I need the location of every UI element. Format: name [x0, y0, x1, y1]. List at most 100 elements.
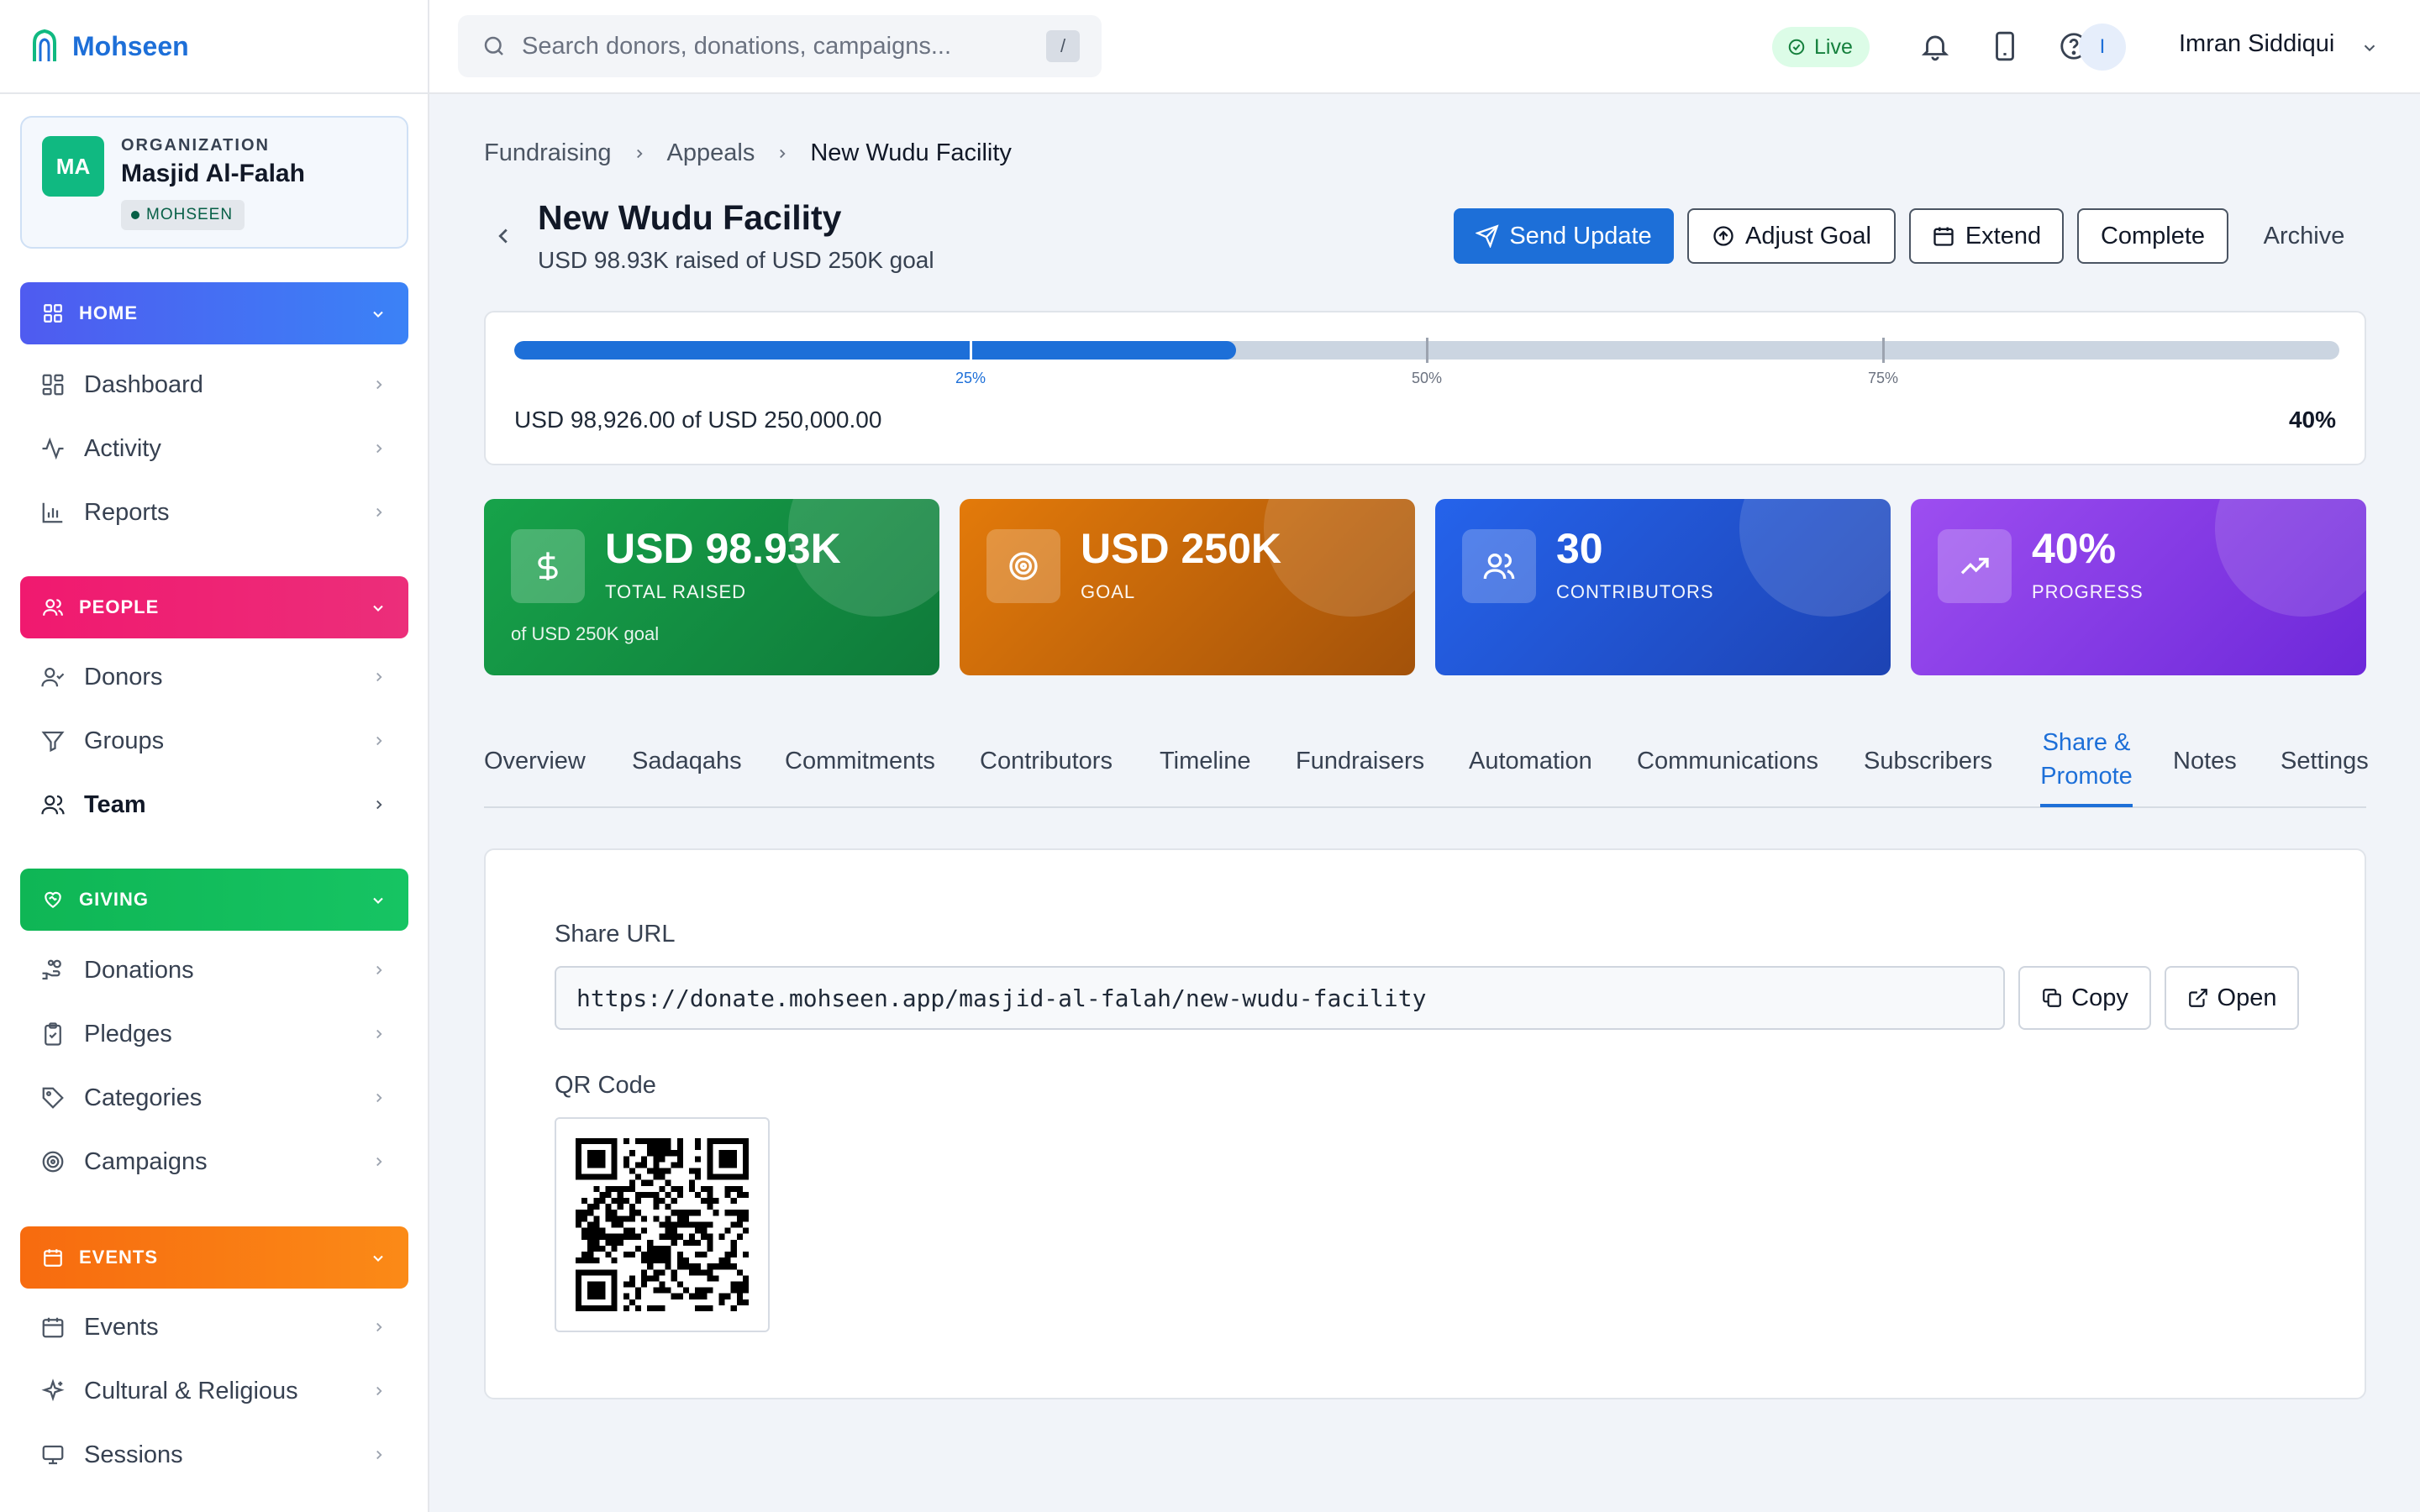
breadcrumb-separator [775, 146, 790, 161]
brand[interactable]: Mohseen [0, 0, 428, 94]
user-avatar[interactable]: I [2079, 24, 2126, 71]
breadcrumb-separator [632, 146, 647, 161]
qr-module [665, 1204, 671, 1210]
sidebar-item-sessions[interactable]: Sessions [20, 1429, 408, 1481]
qr-code-frame[interactable] [555, 1117, 770, 1332]
chevron-down-icon[interactable] [2360, 39, 2379, 57]
sidebar-item-pledges[interactable]: Pledges [20, 1008, 408, 1060]
bell-icon[interactable] [1919, 30, 1951, 62]
share-url-label: Share URL [555, 921, 676, 948]
complete-button[interactable]: Complete [2077, 208, 2228, 264]
qr-module [629, 1233, 636, 1240]
copy-button[interactable]: Copy [2018, 966, 2151, 1030]
qr-module [707, 1233, 713, 1240]
tab-share-promote[interactable]: Share & Promote [2040, 714, 2133, 807]
tab-settings[interactable]: Settings [2281, 714, 2369, 808]
tab-timeline[interactable]: Timeline [1160, 714, 1251, 808]
qr-module [653, 1144, 660, 1151]
qr-module [593, 1215, 600, 1222]
sidebar-item-events[interactable]: Events [20, 1301, 408, 1353]
extend-button[interactable]: Extend [1909, 208, 2064, 264]
organization-card[interactable]: MA ORGANIZATION Masjid Al-Falah MOHSEEN [20, 116, 408, 249]
qr-module [587, 1245, 594, 1252]
qr-module [653, 1150, 660, 1157]
qr-module [629, 1185, 636, 1192]
sidebar-item-label: Sessions [84, 1441, 183, 1468]
sidebar: Mohseen MA ORGANIZATION Masjid Al-Falah … [0, 0, 429, 1512]
smartphone-icon[interactable] [1989, 30, 2021, 62]
qr-module [647, 1168, 654, 1174]
open-link-button[interactable]: Open [2165, 966, 2299, 1030]
sidebar-item-cultural-religious[interactable]: Cultural & Religious [20, 1365, 408, 1417]
qr-module [593, 1204, 600, 1210]
qr-module [695, 1168, 702, 1174]
qr-module [671, 1269, 677, 1276]
section-people[interactable]: PEOPLE [20, 576, 408, 638]
qr-module [659, 1156, 666, 1163]
sidebar-item-donors[interactable]: Donors [20, 651, 408, 703]
breadcrumb-fundraising[interactable]: Fundraising [484, 139, 612, 167]
check-circle-icon [1788, 39, 1805, 55]
qr-module [707, 1263, 713, 1270]
qr-module [724, 1257, 731, 1264]
qr-module [701, 1221, 708, 1228]
sidebar-item-activity[interactable]: Activity [20, 423, 408, 475]
qr-module [653, 1287, 660, 1294]
qr-module [665, 1287, 671, 1294]
qr-module [718, 1293, 725, 1299]
sidebar-item-reports[interactable]: Reports [20, 486, 408, 538]
chevron-right-icon [376, 507, 382, 517]
tab-subscribers[interactable]: Subscribers [1864, 714, 1992, 808]
qr-module [629, 1150, 636, 1157]
qr-module [659, 1168, 666, 1174]
qr-module [730, 1210, 737, 1216]
sidebar-item-team[interactable]: Team [20, 779, 408, 831]
calendar-plus-icon [1933, 227, 1954, 246]
sidebar-item-categories[interactable]: Categories [20, 1072, 408, 1124]
qr-module [707, 1198, 713, 1205]
qr-module [659, 1251, 666, 1258]
tab-contributors[interactable]: Contributors [980, 714, 1113, 808]
sidebar-item-donations[interactable]: Donations [20, 944, 408, 996]
tab-commitments[interactable]: Commitments [785, 714, 935, 808]
share-promote-panel: Share URL https://donate.mohseen.app/mas… [484, 848, 2366, 1399]
qr-module [629, 1227, 636, 1234]
archive-button[interactable]: Archive [2242, 208, 2366, 264]
tab-automation[interactable]: Automation [1469, 714, 1592, 808]
send-update-label: Send Update [1509, 222, 1652, 249]
user-name[interactable]: Imran Siddiqui [2179, 30, 2334, 58]
sidebar-item-campaigns[interactable]: Campaigns [20, 1136, 408, 1188]
copy-icon [2043, 989, 2061, 1007]
breadcrumb-appeals[interactable]: Appeals [667, 139, 755, 167]
qr-module [653, 1168, 660, 1174]
send-update-button[interactable]: Send Update [1454, 208, 1674, 264]
qr-module [581, 1210, 588, 1216]
sidebar-item-label: Groups [84, 727, 165, 754]
back-arrow-icon[interactable] [491, 223, 516, 249]
adjust-goal-button[interactable]: Adjust Goal [1687, 208, 1896, 264]
qr-module [676, 1263, 683, 1270]
qr-module [718, 1233, 725, 1240]
sidebar-item-dashboard[interactable]: Dashboard [20, 359, 408, 411]
qr-module [581, 1227, 588, 1234]
qr-module [713, 1198, 719, 1205]
stat-label: GOAL [1081, 581, 1136, 602]
stat-value: USD 250K [1081, 525, 1281, 572]
tab-communications[interactable]: Communications [1637, 714, 1818, 808]
qr-module [641, 1138, 648, 1145]
chevron-right-icon [376, 380, 382, 390]
search-input[interactable]: Search donors, donations, campaigns... / [458, 15, 1102, 77]
share-url-field[interactable]: https://donate.mohseen.app/masjid-al-fal… [555, 966, 2005, 1030]
tab-fundraisers[interactable]: Fundraisers [1296, 714, 1424, 808]
section-giving[interactable]: GIVING [20, 869, 408, 931]
section-home[interactable]: HOME [20, 282, 408, 344]
qr-module [576, 1221, 582, 1228]
section-events[interactable]: EVENTS [20, 1226, 408, 1289]
tab-sadaqahs[interactable]: Sadaqahs [632, 714, 742, 808]
sidebar-item-groups[interactable]: Groups [20, 715, 408, 767]
qr-module [653, 1275, 660, 1282]
qr-module [587, 1221, 594, 1228]
heart-handshake-icon [45, 891, 61, 908]
tab-overview[interactable]: Overview [484, 714, 586, 808]
tab-notes[interactable]: Notes [2173, 714, 2237, 808]
